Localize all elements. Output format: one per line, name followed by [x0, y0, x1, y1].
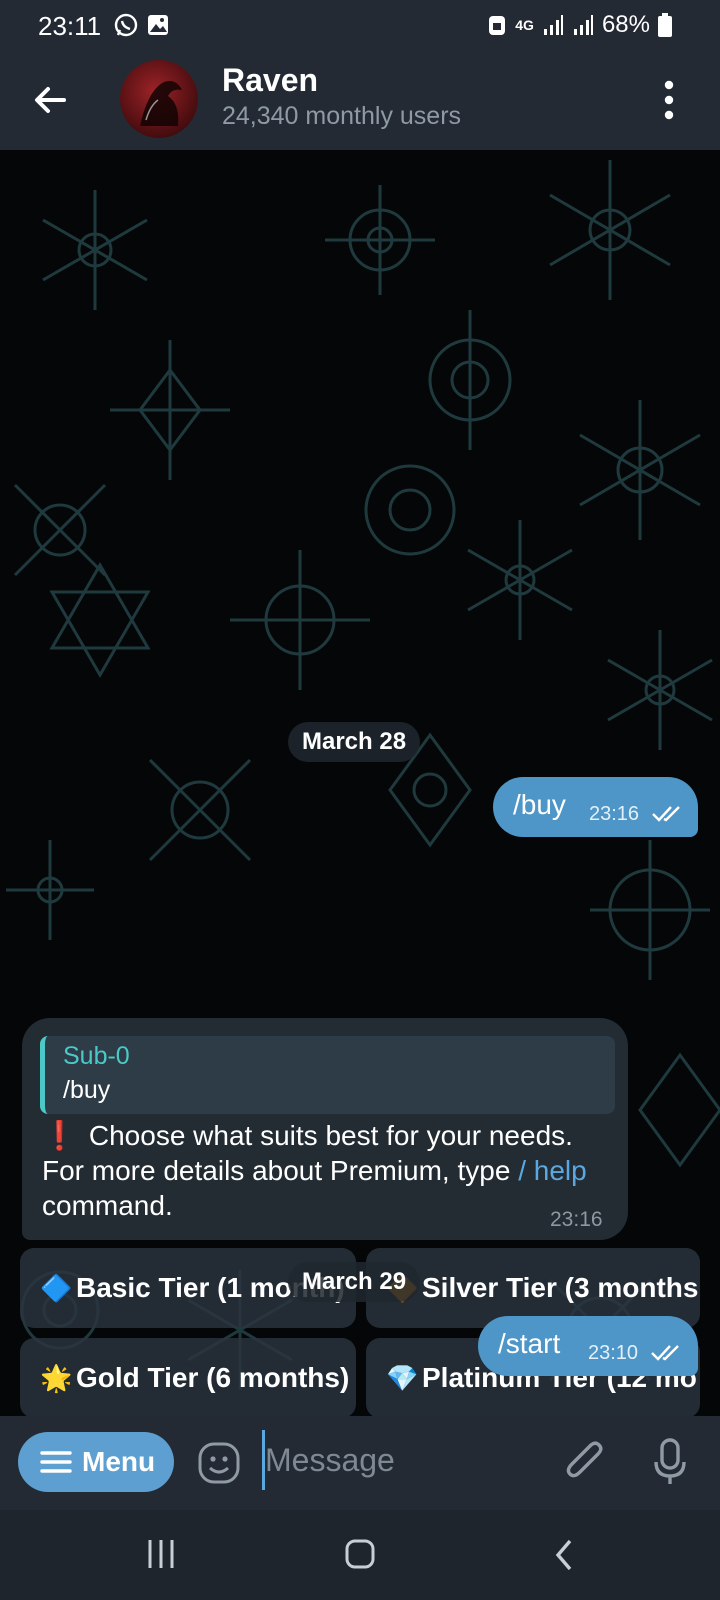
outgoing-message[interactable]: /buy 23:16 [493, 777, 698, 837]
menu-icon [40, 1451, 72, 1473]
message-text: /start [498, 1328, 561, 1359]
back-arrow-icon[interactable] [30, 80, 70, 120]
blue-diamond-icon: 🔷 [40, 1273, 73, 1303]
home-icon[interactable] [344, 1538, 376, 1575]
channel-title[interactable]: Raven [222, 62, 318, 99]
incoming-message[interactable]: Sub-0 /buy ❗ Choose what suits best for y… [22, 1018, 628, 1240]
message-body: Choose what suits best for your needs. F… [42, 1120, 573, 1186]
button-label: Silver Tier (3 months [422, 1272, 699, 1303]
status-bar: 23:11 4G 68% [0, 0, 720, 52]
keyboard-button-gold-tier[interactable]: 🌟 Gold Tier (6 months) [20, 1338, 356, 1416]
gallery-icon [148, 15, 168, 35]
date-separator: March 29 [288, 1262, 421, 1302]
read-checkmarks-icon [652, 806, 680, 822]
message-time: 23:16 [589, 803, 640, 825]
glowing-star-icon: 🌟 [40, 1363, 73, 1393]
system-navigation-bar [0, 1510, 720, 1600]
message-composer: Menu [0, 1416, 720, 1510]
date-separator: March 28 [288, 722, 421, 762]
exclamation-emoji: ❗ [42, 1120, 77, 1151]
signal-icon [543, 15, 563, 35]
gem-icon: 💎 [386, 1363, 419, 1393]
microphone-icon[interactable] [652, 1436, 688, 1488]
whatsapp-icon [114, 13, 138, 37]
back-nav-icon[interactable] [552, 1538, 576, 1577]
message-time: 23:10 [588, 1342, 639, 1364]
signal-icon-2 [573, 15, 593, 35]
more-options-icon[interactable] [664, 80, 674, 120]
outgoing-message[interactable]: /start 23:10 [478, 1316, 698, 1376]
help-command-link[interactable]: / help [518, 1155, 587, 1186]
channel-subtitle: 24,340 monthly users [222, 102, 462, 130]
message-body-end: command. [42, 1190, 173, 1221]
message-input[interactable] [262, 1430, 545, 1490]
recent-apps-icon[interactable] [146, 1538, 176, 1575]
attachment-icon[interactable] [562, 1438, 608, 1488]
message-text: /buy [513, 789, 566, 820]
chat-area[interactable]: March 28 /buy 23:16 Sub-0 /buy ❗ Choose w… [0, 150, 720, 1416]
reply-text: /buy [63, 1076, 111, 1104]
emoji-icon[interactable] [196, 1440, 242, 1486]
reply-sender: Sub-0 [63, 1042, 130, 1070]
network-type: 4G [515, 17, 534, 33]
chat-header: Raven 24,340 monthly users [0, 52, 720, 150]
avatar[interactable] [120, 60, 198, 138]
message-text: ❗ Choose what suits best for your needs. … [42, 1118, 607, 1223]
battery-level: 68% [601, 11, 650, 38]
button-label: Gold Tier (6 months) [76, 1362, 350, 1393]
reply-quote[interactable]: Sub-0 /buy [40, 1036, 615, 1114]
menu-button[interactable]: Menu [18, 1432, 174, 1492]
status-time: 23:11 [38, 11, 102, 41]
message-time: 23:16 [550, 1208, 603, 1231]
menu-label: Menu [82, 1446, 156, 1477]
battery-icon [658, 13, 672, 37]
read-checkmarks-icon [651, 1345, 679, 1361]
alarm-lock-icon [489, 16, 506, 35]
